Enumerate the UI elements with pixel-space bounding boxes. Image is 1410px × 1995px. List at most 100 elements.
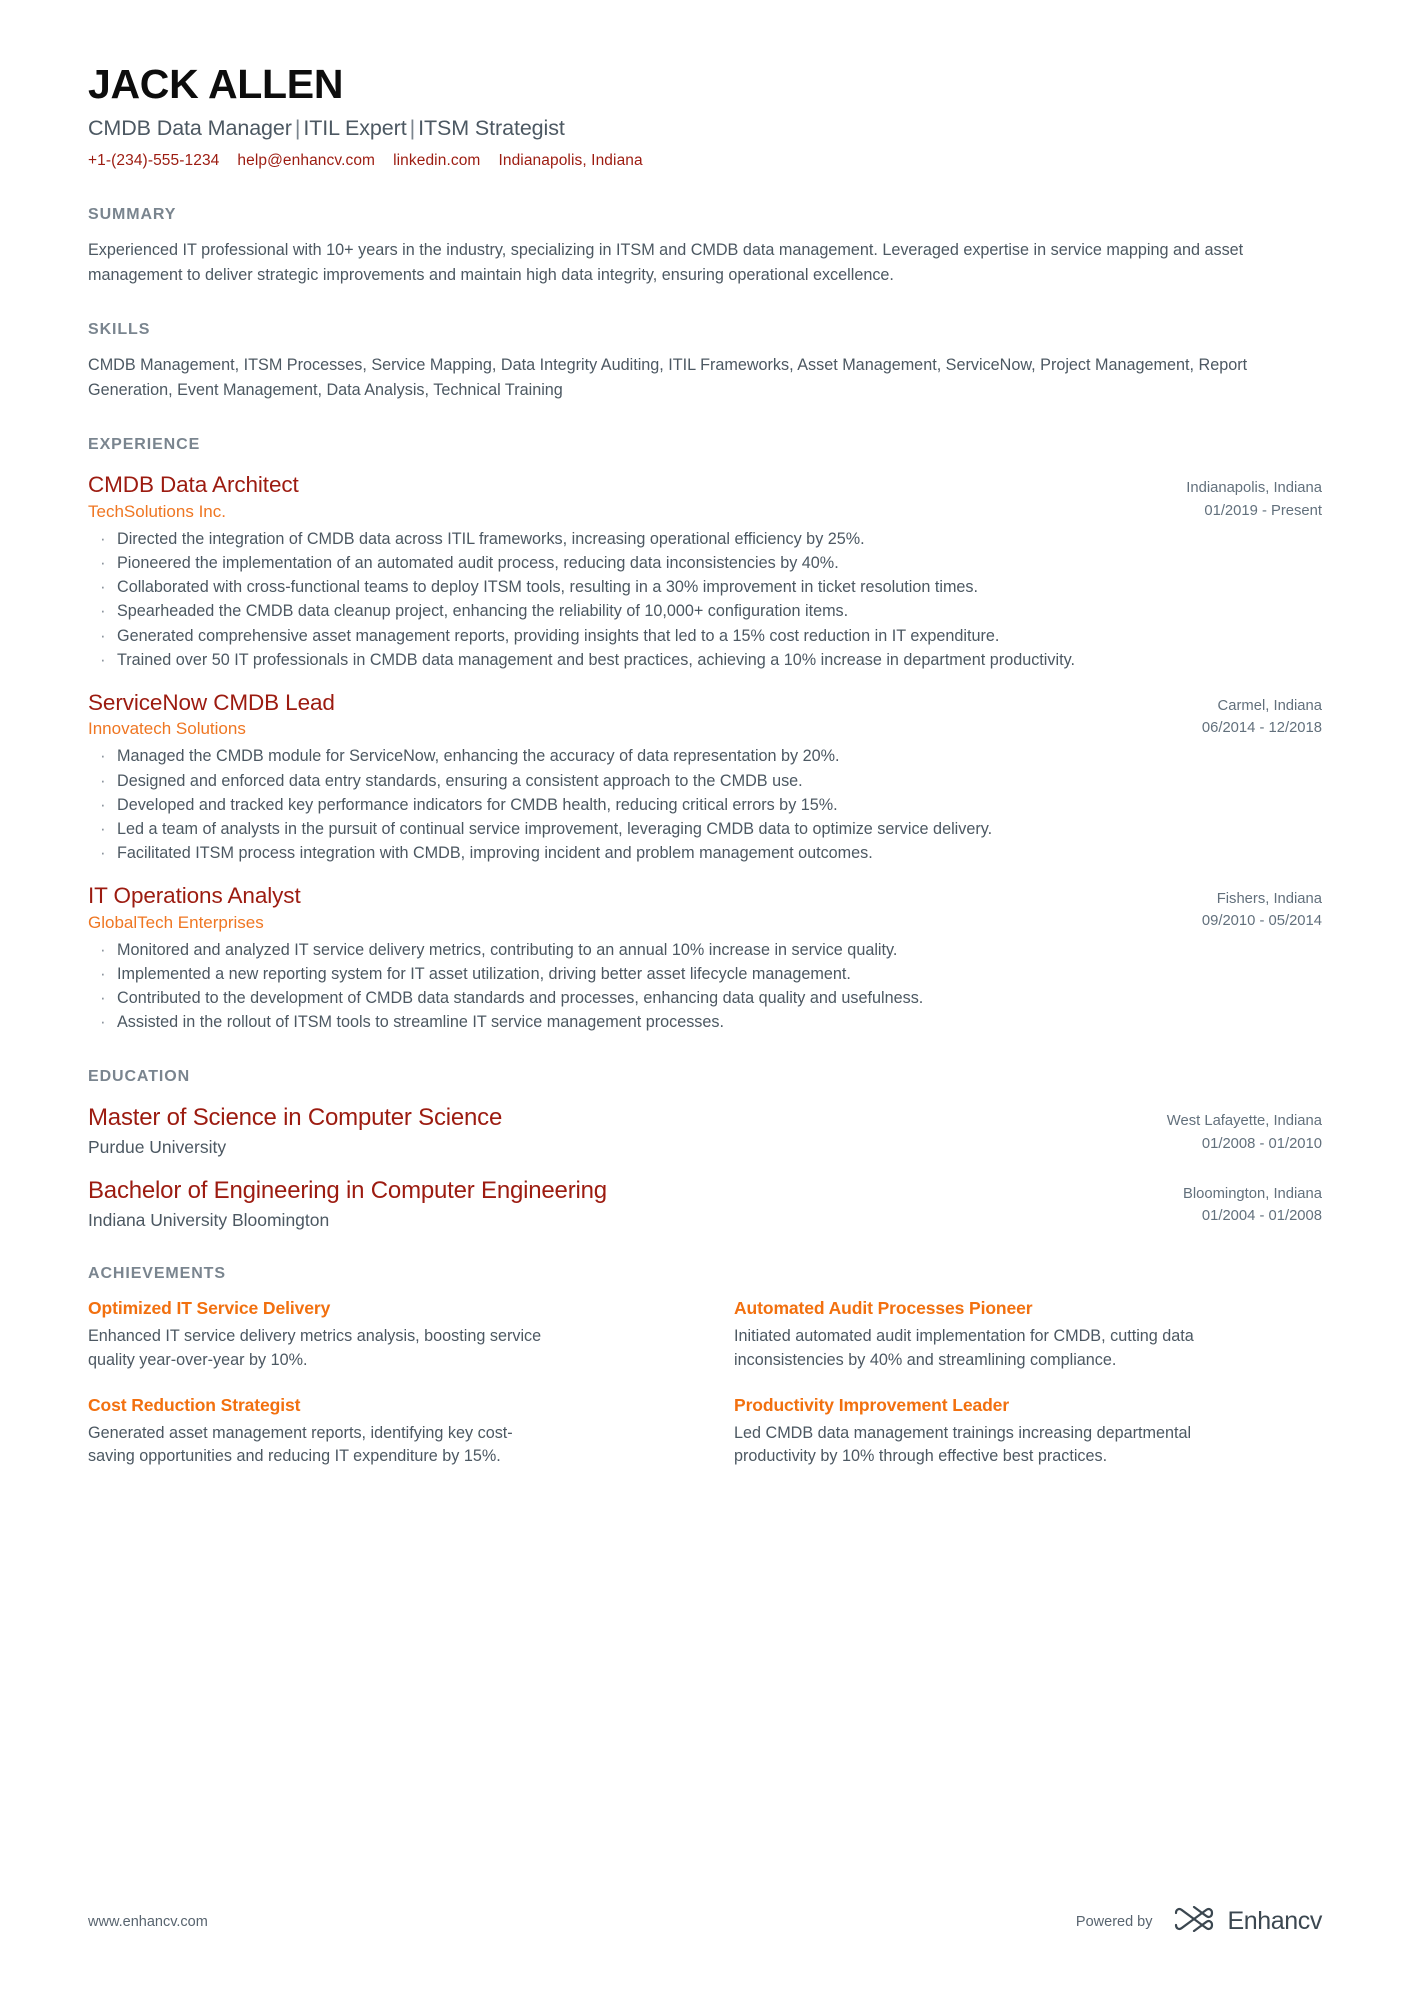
resume-header: JACK ALLEN CMDB Data Manager | ITIL Expert… xyxy=(88,0,1322,172)
job-location: Fishers, Indiana xyxy=(1216,891,1322,908)
list-item: Generated comprehensive asset management… xyxy=(88,624,1322,648)
job-dates: 01/2019 - Present xyxy=(1204,502,1322,519)
list-item: Assisted in the rollout of ITSM tools to… xyxy=(88,1010,1322,1034)
enhancv-brand-name: Enhancv xyxy=(1227,1907,1323,1935)
achievement-title: Automated Audit Processes Pioneer xyxy=(734,1298,1033,1319)
entry-meta: Bloomington, Indiana 01/2004 - 01/2008 xyxy=(1183,1177,1322,1227)
list-item: Contributed to the development of CMDB d… xyxy=(88,986,1322,1010)
list-item: Designed and enforced data entry standar… xyxy=(88,769,1322,793)
headline: CMDB Data Manager | ITIL Expert | ITSM Strat… xyxy=(88,115,1322,142)
experience-entry: ServiceNow CMDB Lead Innovatech Solution… xyxy=(88,689,1322,865)
list-item: Implemented a new reporting system for I… xyxy=(88,962,1322,986)
education-entry: Master of Science in Computer Science Pu… xyxy=(88,1104,1322,1159)
entry-header: Master of Science in Computer Science Pu… xyxy=(88,1104,1322,1159)
contact-email[interactable]: help@enhancv.com xyxy=(237,152,375,169)
achievement-title: Productivity Improvement Leader xyxy=(734,1395,1010,1416)
section-summary: SUMMARY Experienced IT professional with… xyxy=(88,206,1322,287)
job-location: Carmel, Indiana xyxy=(1217,697,1322,714)
section-title-education: EDUCATION xyxy=(88,1068,191,1086)
list-item: Trained over 50 IT professionals in CMDB… xyxy=(88,648,1322,672)
resume-page: JACK ALLEN CMDB Data Manager | ITIL Expert… xyxy=(0,0,1410,1995)
page-footer: www.enhancv.com Powered by Enhancv xyxy=(88,1905,1323,1937)
section-title-skills: SKILLS xyxy=(88,321,151,339)
headline-part-3: ITSM Strategist xyxy=(418,116,565,141)
entry-header: ServiceNow CMDB Lead Innovatech Solution… xyxy=(88,689,1322,741)
entry-meta: Carmel, Indiana 06/2014 - 12/2018 xyxy=(1202,689,1322,739)
list-item: Monitored and analyzed IT service delive… xyxy=(88,938,1322,962)
school-name: Indiana University Bloomington xyxy=(88,1209,330,1230)
list-item: Led a team of analysts in the pursuit of… xyxy=(88,817,1322,841)
education-entry: Bachelor of Engineering in Computer Engi… xyxy=(88,1177,1322,1232)
entry-left: CMDB Data Architect TechSolutions Inc. xyxy=(88,471,1186,523)
skills-text: CMDB Management, ITSM Processes, Service… xyxy=(88,356,1248,399)
list-item: Developed and tracked key performance in… xyxy=(88,793,1322,817)
list-item: Collaborated with cross-functional teams… xyxy=(88,575,1322,599)
job-title: ServiceNow CMDB Lead xyxy=(88,689,335,715)
job-location: Indianapolis, Indiana xyxy=(1186,480,1322,497)
list-item: Managed the CMDB module for ServiceNow, … xyxy=(88,744,1322,768)
degree-title: Master of Science in Computer Science xyxy=(88,1104,503,1132)
school-location: Bloomington, Indiana xyxy=(1182,1185,1322,1202)
headline-separator: | xyxy=(409,116,416,141)
entry-header: Bachelor of Engineering in Computer Engi… xyxy=(88,1177,1322,1232)
section-education: EDUCATION Master of Science in Computer … xyxy=(88,1068,1322,1231)
list-item: Pioneered the implementation of an autom… xyxy=(88,551,1322,575)
school-name: Purdue University xyxy=(88,1137,227,1158)
bullet-list: Monitored and analyzed IT service delive… xyxy=(88,938,1322,1035)
section-skills: SKILLS CMDB Management, ITSM Processes, … xyxy=(88,321,1322,402)
contact-phone[interactable]: +1-(234)-555-1234 xyxy=(88,152,219,169)
job-dates: 09/2010 - 05/2014 xyxy=(1201,913,1322,930)
entry-left: Master of Science in Computer Science Pu… xyxy=(88,1104,1167,1159)
page-title: JACK ALLEN xyxy=(88,61,344,107)
contact-linkedin[interactable]: linkedin.com xyxy=(393,152,480,169)
school-location: West Lafayette, Indiana xyxy=(1166,1113,1322,1130)
entry-meta: Indianapolis, Indiana 01/2019 - Present xyxy=(1186,471,1322,521)
achievement-description: Enhanced IT service delivery metrics ana… xyxy=(88,1327,542,1369)
list-item: Directed the integration of CMDB data ac… xyxy=(88,527,1322,551)
list-item: Spearheaded the CMDB data cleanup projec… xyxy=(88,599,1322,623)
achievement-item: Productivity Improvement Leader Led CMDB… xyxy=(734,1394,1322,1469)
entry-left: IT Operations Analyst GlobalTech Enterpr… xyxy=(88,882,1202,934)
job-dates: 06/2014 - 12/2018 xyxy=(1201,720,1322,737)
headline-part-1: CMDB Data Manager xyxy=(88,116,292,141)
enhancv-logo-icon xyxy=(1173,1905,1219,1937)
headline-part-2: ITIL Expert xyxy=(303,116,407,141)
company-name: TechSolutions Inc. xyxy=(88,501,226,521)
achievement-description: Generated asset management reports, iden… xyxy=(88,1423,513,1466)
degree-title: Bachelor of Engineering in Computer Engi… xyxy=(88,1176,607,1204)
section-title-achievements: ACHIEVEMENTS xyxy=(88,1265,226,1283)
achievement-description: Led CMDB data management trainings incre… xyxy=(734,1423,1192,1466)
list-item: Facilitated ITSM process integration wit… xyxy=(88,841,1322,865)
entry-header: CMDB Data Architect TechSolutions Inc. I… xyxy=(88,471,1322,523)
summary-text: Experienced IT professional with 10+ yea… xyxy=(88,240,1244,284)
company-name: Innovatech Solutions xyxy=(88,719,246,739)
enhancv-brand: Enhancv xyxy=(1173,1905,1323,1937)
footer-branding: Powered by Enhancv xyxy=(1075,1905,1323,1937)
achievements-grid: Optimized IT Service Delivery Enhanced I… xyxy=(88,1297,1322,1468)
entry-meta: West Lafayette, Indiana 01/2008 - 01/201… xyxy=(1167,1104,1322,1154)
achievement-description: Initiated automated audit implementation… xyxy=(734,1327,1194,1369)
school-dates: 01/2008 - 01/2010 xyxy=(1201,1135,1322,1152)
achievement-item: Optimized IT Service Delivery Enhanced I… xyxy=(88,1297,676,1372)
achievement-title: Optimized IT Service Delivery xyxy=(88,1298,331,1319)
job-title: CMDB Data Architect xyxy=(88,472,299,498)
section-title-summary: SUMMARY xyxy=(88,205,177,223)
powered-by-label: Powered by xyxy=(1075,1913,1153,1930)
section-experience: EXPERIENCE CMDB Data Architect TechSolut… xyxy=(88,436,1322,1034)
section-title-experience: EXPERIENCE xyxy=(88,436,201,454)
entry-left: Bachelor of Engineering in Computer Engi… xyxy=(88,1177,1183,1232)
contact-location: Indianapolis, Indiana xyxy=(498,151,643,169)
achievement-item: Automated Audit Processes Pioneer Initia… xyxy=(734,1297,1322,1372)
experience-entry: IT Operations Analyst GlobalTech Enterpr… xyxy=(88,882,1322,1034)
headline-separator: | xyxy=(294,116,301,141)
footer-url[interactable]: www.enhancv.com xyxy=(88,1914,208,1930)
school-dates: 01/2004 - 01/2008 xyxy=(1201,1208,1322,1225)
achievement-item: Cost Reduction Strategist Generated asse… xyxy=(88,1394,676,1469)
achievement-title: Cost Reduction Strategist xyxy=(88,1395,301,1416)
bullet-list: Directed the integration of CMDB data ac… xyxy=(88,527,1322,672)
section-achievements: ACHIEVEMENTS Optimized IT Service Delive… xyxy=(88,1265,1322,1468)
contact-bar: +1-(234)-555-1234 help@enhancv.com linkedi… xyxy=(88,151,1322,172)
experience-entry: CMDB Data Architect TechSolutions Inc. I… xyxy=(88,471,1322,671)
bullet-list: Managed the CMDB module for ServiceNow, … xyxy=(88,744,1322,865)
company-name: GlobalTech Enterprises xyxy=(88,912,264,932)
